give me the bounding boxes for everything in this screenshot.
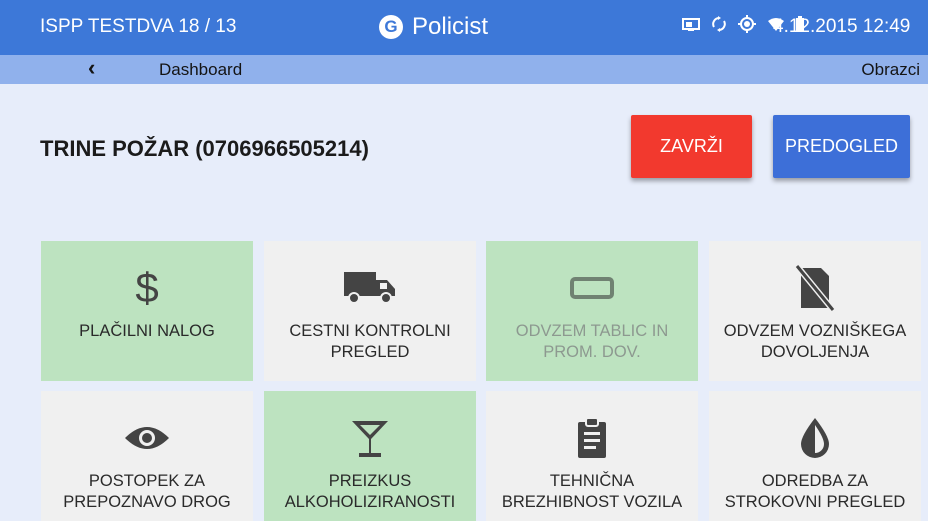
status-bar: ISPP TESTDVA 18 / 13 G Policist 4.12.201… — [0, 0, 928, 55]
clipboard-icon — [574, 413, 610, 463]
person-title: TRINE POŽAR (0706966505214) — [40, 136, 369, 161]
tile-label: CESTNI KONTROLNI PREGLED — [289, 322, 451, 361]
tile-payment-order[interactable]: $ PLAČILNI NALOG — [41, 241, 253, 381]
tile-label: ODREDBA ZA STROKOVNI PREGLED — [724, 472, 906, 511]
forms-link[interactable]: Obrazci — [861, 60, 920, 80]
app-brand: G Policist — [379, 13, 488, 41]
truck-icon — [342, 263, 398, 313]
no-license-icon — [793, 263, 837, 313]
tile-label: TEHNIČNA BREZHIBNOST VOZILA — [501, 472, 683, 511]
tile-label: POSTOPEK ZA PREPOZNAVO DROG — [63, 472, 231, 511]
tile-expert-exam-order[interactable]: ODREDBA ZA STROKOVNI PREGLED — [709, 391, 921, 521]
eye-icon — [123, 413, 171, 463]
tile-vehicle-check[interactable]: TEHNIČNA BREZHIBNOST VOZILA — [486, 391, 698, 521]
sync-icon — [712, 16, 726, 37]
tile-label: PREIZKUS ALKOHOLIZIRANOSTI — [284, 472, 456, 511]
app-name: Policist — [412, 13, 489, 40]
cast-icon — [682, 17, 700, 37]
cocktail-glass-icon — [350, 413, 390, 463]
app-logo-icon: G — [379, 15, 403, 39]
clock: 4.12.2015 12:49 — [773, 16, 911, 37]
tile-road-inspection[interactable]: CESTNI KONTROLNI PREGLED — [264, 241, 476, 381]
preview-button[interactable]: PREDOGLED — [773, 115, 910, 178]
nav-bar: ‹ Dashboard Obrazci — [0, 55, 928, 84]
chevron-left-icon[interactable]: ‹ — [88, 56, 95, 80]
water-drop-icon — [797, 413, 833, 463]
device-label: ISPP TESTDVA 18 / 13 — [40, 16, 237, 37]
breadcrumb-dashboard[interactable]: Dashboard — [159, 60, 242, 80]
gps-icon — [738, 15, 756, 38]
tile-plates-seizure[interactable]: ODVZEM TABLIC IN PROM. DOV. — [486, 241, 698, 381]
tile-label: ODVZEM VOZNIŠKEGA DOVOLJENJA — [723, 322, 907, 361]
dollar-icon: $ — [135, 264, 159, 311]
tile-alcohol-test[interactable]: PREIZKUS ALKOHOLIZIRANOSTI — [264, 391, 476, 521]
tile-label: PLAČILNI NALOG — [79, 322, 215, 340]
tile-drug-recognition[interactable]: POSTOPEK ZA PREPOZNAVO DROG — [41, 391, 253, 521]
license-plate-icon — [564, 263, 620, 313]
tile-license-seizure[interactable]: ODVZEM VOZNIŠKEGA DOVOLJENJA — [709, 241, 921, 381]
tile-label: ODVZEM TABLIC IN PROM. DOV. — [515, 322, 669, 361]
discard-button[interactable]: ZAVRŽI — [631, 115, 752, 178]
